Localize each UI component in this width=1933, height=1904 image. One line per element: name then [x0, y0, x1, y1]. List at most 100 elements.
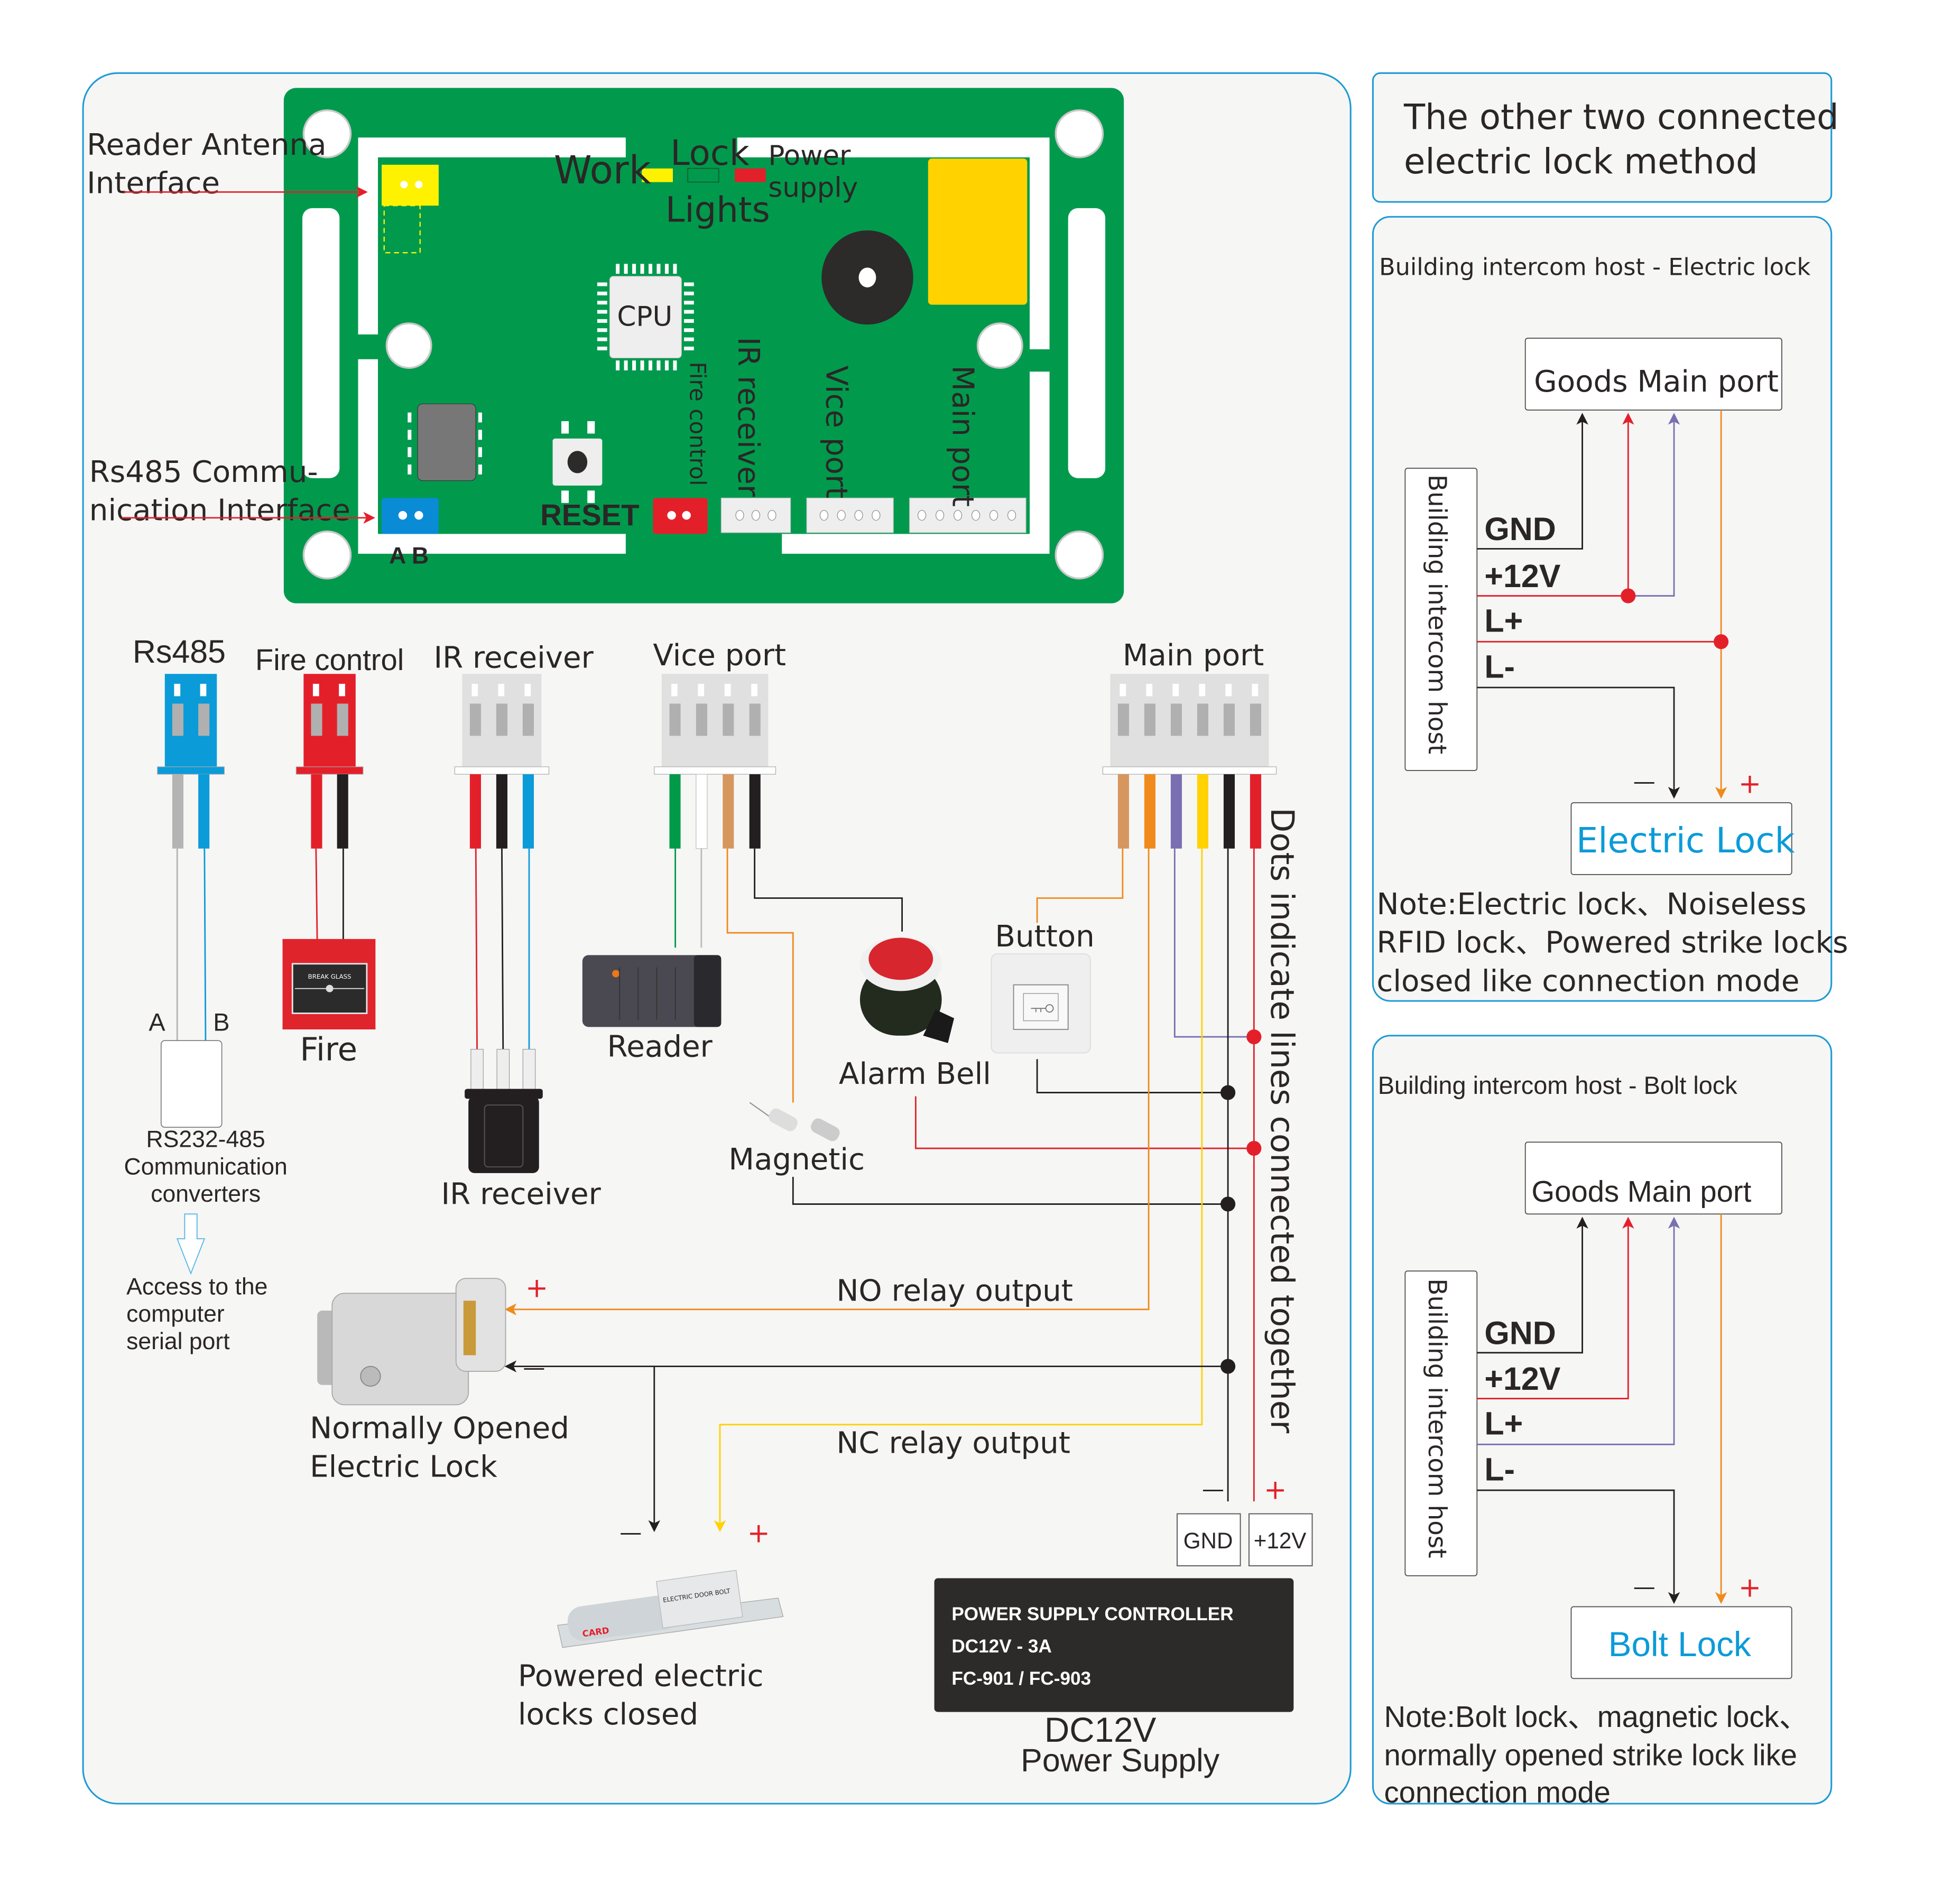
ir-plug-flange	[454, 766, 550, 775]
svg-text:+: +	[1738, 1572, 1761, 1604]
plug-pin	[1197, 703, 1209, 736]
cpu-pin	[597, 346, 607, 350]
rs485-b-label: B	[213, 1008, 229, 1036]
fire-header	[653, 498, 708, 534]
wire-sleeve	[1144, 774, 1155, 849]
cpu-pin	[597, 282, 607, 286]
mount-hole	[385, 322, 432, 369]
fire-plug-flange	[295, 766, 364, 775]
cpu-pin	[684, 328, 694, 332]
cpu-pin	[597, 310, 607, 314]
nc-relay-label: NC relay output	[836, 1426, 1070, 1461]
svg-text:—: —	[1633, 1574, 1655, 1600]
plug-pin	[749, 703, 761, 736]
no-lock-label-2: Electric Lock	[310, 1450, 497, 1484]
pin-hole	[936, 510, 945, 521]
pin-hole	[971, 510, 981, 521]
junction-dot	[1246, 1029, 1262, 1045]
cpu-pin	[624, 360, 628, 370]
wire-sleeve	[198, 774, 210, 849]
panel1-pin-12v: +12V	[1484, 558, 1560, 594]
chip-pin	[408, 447, 412, 458]
pin-hole	[872, 510, 881, 521]
junction-dot	[1621, 588, 1636, 603]
plug-slot	[524, 683, 531, 696]
panel2-host-label: Building intercom host	[1422, 1278, 1451, 1558]
panel1-pin-gnd: GND	[1484, 511, 1556, 547]
psu-caption-2: Power Supply	[1021, 1742, 1220, 1778]
electric-lock-panel: Building intercom host - Electric lock G…	[1372, 216, 1848, 1002]
pin-hole	[1007, 510, 1016, 521]
reader-label: Reader	[607, 1030, 713, 1064]
ir-receiver-connector-label: IR receiver	[434, 641, 594, 675]
diagram-canvas: CPU RESET A B Work Lock Power supply Lig…	[82, 72, 1848, 1809]
rs485-interface-label-2: nication Interface	[89, 494, 350, 528]
panel2-pin-lminus: L-	[1484, 1451, 1515, 1487]
junction-dot	[1220, 1085, 1236, 1100]
panel1-host-label: Building intercom host	[1422, 475, 1451, 754]
wire-sleeve	[469, 774, 481, 849]
plug-pin	[1170, 703, 1182, 736]
plug-pin	[1250, 703, 1262, 736]
plug-slot	[174, 683, 181, 696]
plug-slot	[471, 683, 478, 696]
panel2-heading: Building intercom host - Bolt lock	[1378, 1072, 1738, 1099]
pin-hole	[854, 510, 863, 521]
pin-hole	[751, 510, 761, 521]
pin-hole	[837, 510, 846, 521]
junction-dot	[1246, 1140, 1262, 1156]
svg-text:+: +	[1738, 768, 1761, 800]
cpu-pin	[684, 337, 694, 341]
wire-sleeve	[1223, 774, 1235, 849]
plug-slot	[1252, 683, 1259, 696]
panel2-note-2: normally opened strike lock like	[1384, 1738, 1797, 1771]
wire-sleeve	[311, 774, 322, 849]
psu-line3: FC-901 / FC-903	[951, 1668, 1091, 1689]
plug-pin	[311, 703, 322, 736]
cpu-pin	[664, 264, 669, 274]
right-title-1: The other two connected	[1403, 97, 1839, 137]
cpu-pin	[684, 319, 694, 323]
panel1-goods-port: Goods Main port	[1534, 365, 1779, 399]
plug-pin	[172, 703, 183, 736]
cpu-pin	[632, 264, 636, 274]
plug-slot	[724, 683, 731, 696]
rs485-header	[382, 498, 439, 534]
chip-pin	[478, 447, 482, 458]
cpu-pin	[597, 301, 607, 305]
plug-slot	[312, 683, 319, 696]
chip-pin	[408, 465, 412, 475]
lights-label: Lights	[665, 190, 770, 230]
power-label: Power	[768, 140, 851, 172]
cpu-pin	[684, 282, 694, 286]
psu-minus: —	[1202, 1476, 1224, 1502]
panel2-lock-label: Bolt Lock	[1608, 1625, 1751, 1664]
plug-pin	[522, 703, 534, 736]
cpu-pin	[632, 360, 636, 370]
chip-pin	[478, 430, 482, 440]
panel1-pin-lminus: L-	[1484, 648, 1515, 684]
computer-label-3: serial port	[126, 1329, 230, 1354]
mount-hole	[1055, 109, 1104, 159]
ir-receiver-label: IR receiver	[731, 337, 765, 497]
wire-sleeve	[669, 774, 681, 849]
wire-sleeve	[172, 774, 183, 849]
psu-line2: DC12V - 3A	[951, 1636, 1052, 1657]
gnd-terminal-label: GND	[1183, 1528, 1233, 1553]
fire-alarm-device: BREAK GLASS	[282, 939, 376, 1030]
cpu-pin	[597, 319, 607, 323]
plug-pin	[1117, 703, 1129, 736]
rs485-a-label: A	[149, 1008, 165, 1036]
panel1-heading: Building intercom host - Electric lock	[1379, 253, 1810, 281]
chip-pin	[478, 412, 482, 423]
panel2-goods-port: Goods Main port	[1531, 1175, 1751, 1208]
wire-sleeve	[1197, 774, 1209, 849]
ir-receiver-device	[465, 1048, 543, 1173]
cpu-pin	[640, 264, 644, 274]
work-label: Work	[554, 148, 651, 193]
main-plug-body	[1110, 674, 1269, 769]
controller-board: CPU RESET A B Work Lock Power supply Lig…	[283, 88, 1124, 603]
main-port-connector-label: Main port	[1123, 638, 1264, 673]
psu-line1: POWER SUPPLY CONTROLLER	[951, 1604, 1233, 1624]
cpu-pin	[656, 360, 661, 370]
